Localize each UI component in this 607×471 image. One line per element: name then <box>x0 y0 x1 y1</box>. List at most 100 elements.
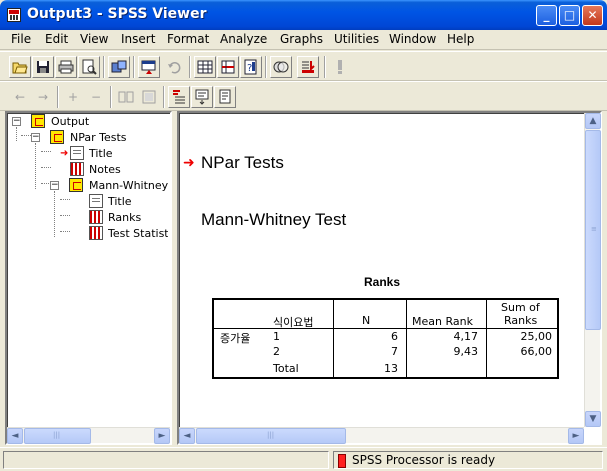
spss-app-icon[interactable] <box>7 8 21 22</box>
window-title: Output3 - SPSS Viewer <box>27 6 207 22</box>
table-icon <box>89 226 103 240</box>
use-sets-icon[interactable] <box>270 56 292 78</box>
scroll-down-icon[interactable]: ▼ <box>585 411 601 427</box>
collapse-icon[interactable]: − <box>85 86 107 108</box>
open-icon[interactable] <box>9 56 31 78</box>
scroll-up-icon[interactable]: ▲ <box>585 113 601 129</box>
select-last-output-icon[interactable] <box>297 56 319 78</box>
goto-case-icon[interactable] <box>217 56 239 78</box>
ranks-table[interactable]: 식이요법 N Mean Rank Sum of Ranks 증가율 1 6 4,… <box>212 298 559 379</box>
promote-icon[interactable]: ← <box>9 86 31 108</box>
outline-hscroll-thumb[interactable]: ||| <box>24 428 91 444</box>
outline-hscrollbar[interactable]: ◄ ||| ► <box>7 427 170 444</box>
menu-graphs[interactable]: Graphs <box>280 32 323 46</box>
menu-edit[interactable]: Edit <box>45 32 68 46</box>
print-preview-icon[interactable] <box>78 56 100 78</box>
close-button[interactable]: ✕ <box>582 5 603 26</box>
maximize-button[interactable]: □ <box>559 5 580 26</box>
mann-whitney-heading[interactable]: Mann-Whitney Test <box>201 210 346 230</box>
table-cell-group: 2 <box>273 345 280 358</box>
menu-help[interactable]: Help <box>447 32 474 46</box>
print-icon[interactable] <box>55 56 77 78</box>
scroll-left-icon[interactable]: ◄ <box>7 428 23 444</box>
content-hscrollbar[interactable]: ◄ ||| ► <box>179 427 584 444</box>
table-cell-sum-of-ranks: 25,00 <box>520 330 553 343</box>
show-icon[interactable] <box>115 86 137 108</box>
table-cell-group: 1 <box>273 330 280 343</box>
page-icon <box>89 194 103 208</box>
table-cell-sum-of-ranks: 66,00 <box>520 345 553 358</box>
processor-status-text: SPSS Processor is ready <box>352 453 496 467</box>
content-vscroll-thumb[interactable]: ≡ <box>585 130 601 330</box>
goto-data-icon[interactable] <box>194 56 216 78</box>
designate-window-icon[interactable] <box>329 56 351 78</box>
menu-insert[interactable]: Insert <box>121 32 155 46</box>
ranks-table-title[interactable]: Ranks <box>364 275 400 289</box>
expand-icon[interactable]: + <box>62 86 84 108</box>
collapse-mann-whitney-toggle[interactable]: − <box>50 181 59 190</box>
column-header-sum-of-ranks-line2: Ranks <box>504 314 538 327</box>
outline-item-npar-tests[interactable]: NPar Tests <box>70 131 127 144</box>
insert-text-icon[interactable] <box>214 86 236 108</box>
column-header-group: 식이요법 <box>273 316 314 329</box>
menu-file[interactable]: File <box>11 32 31 46</box>
content-hscroll-thumb[interactable]: ||| <box>196 428 346 444</box>
minimize-button[interactable]: _ <box>536 5 557 26</box>
outline-pane[interactable]: − Output − NPar Tests ➜ Title Notes − Ma… <box>5 111 172 445</box>
book-icon <box>50 130 64 144</box>
variables-icon[interactable]: ? <box>240 56 262 78</box>
table-icon <box>89 210 103 224</box>
table-icon <box>70 162 84 176</box>
output-content-pane[interactable]: ➜ NPar Tests Mann-Whitney Test Ranks 식이요… <box>177 111 602 445</box>
row-label-variable: 증가율 <box>220 332 251 345</box>
collapse-npar-toggle[interactable]: − <box>31 133 40 142</box>
status-bar: SPSS Processor is ready <box>0 447 607 471</box>
table-cell-n: 7 <box>391 345 398 358</box>
column-header-n: N <box>362 314 371 327</box>
outline-toolbar: ← → + − <box>0 81 607 111</box>
insert-title-icon[interactable] <box>191 86 213 108</box>
menu-window[interactable]: Window <box>389 32 436 46</box>
menu-format[interactable]: Format <box>167 32 209 46</box>
book-icon <box>69 178 83 192</box>
dialog-recall-icon[interactable] <box>138 56 160 78</box>
current-item-arrow-icon: ➜ <box>60 148 69 159</box>
table-cell-n: 6 <box>391 330 398 343</box>
column-header-sum-of-ranks-line1: Sum of <box>501 301 540 314</box>
save-icon[interactable] <box>32 56 54 78</box>
hide-icon[interactable] <box>138 86 160 108</box>
menu-bar: File Edit View Insert Format Analyze Gra… <box>0 30 607 50</box>
title-bar[interactable]: Output3 - SPSS Viewer _ □ ✕ <box>0 0 607 30</box>
column-header-mean-rank: Mean Rank <box>412 315 473 328</box>
current-item-arrow-icon: ➜ <box>183 155 195 171</box>
outline-item-notes[interactable]: Notes <box>89 163 121 176</box>
collapse-output-toggle[interactable]: − <box>12 117 21 126</box>
scroll-right-icon[interactable]: ► <box>568 428 584 444</box>
table-cell-mean-rank: 4,17 <box>453 330 479 343</box>
table-cell-group: Total <box>273 362 299 375</box>
outline-item-mann-whitney[interactable]: Mann-Whitney Test <box>89 179 168 192</box>
outline-item-output[interactable]: Output <box>51 115 89 128</box>
outline-item-title[interactable]: Title <box>89 147 113 160</box>
main-toolbar: ? <box>0 51 607 81</box>
scroll-left-icon[interactable]: ◄ <box>179 428 195 444</box>
menu-utilities[interactable]: Utilities <box>334 32 379 46</box>
demote-icon[interactable]: → <box>32 86 54 108</box>
page-icon <box>70 146 84 160</box>
menu-analyze[interactable]: Analyze <box>220 32 267 46</box>
scroll-right-icon[interactable]: ► <box>154 428 170 444</box>
npar-tests-heading[interactable]: NPar Tests <box>201 153 284 173</box>
content-vscrollbar[interactable]: ▲ ≡ ▼ <box>584 113 601 427</box>
table-cell-mean-rank: 9,43 <box>453 345 479 358</box>
insert-heading-icon[interactable] <box>168 86 190 108</box>
table-cell-n: 13 <box>384 362 398 375</box>
processor-status-icon <box>338 454 346 468</box>
status-panel-main <box>3 451 329 469</box>
outline-item-title-2[interactable]: Title <box>108 195 132 208</box>
book-icon <box>31 114 45 128</box>
export-icon[interactable] <box>108 56 130 78</box>
outline-item-test-statistics[interactable]: Test Statistics <box>108 227 168 240</box>
outline-item-ranks[interactable]: Ranks <box>108 211 141 224</box>
menu-view[interactable]: View <box>80 32 108 46</box>
undo-icon[interactable] <box>163 56 185 78</box>
